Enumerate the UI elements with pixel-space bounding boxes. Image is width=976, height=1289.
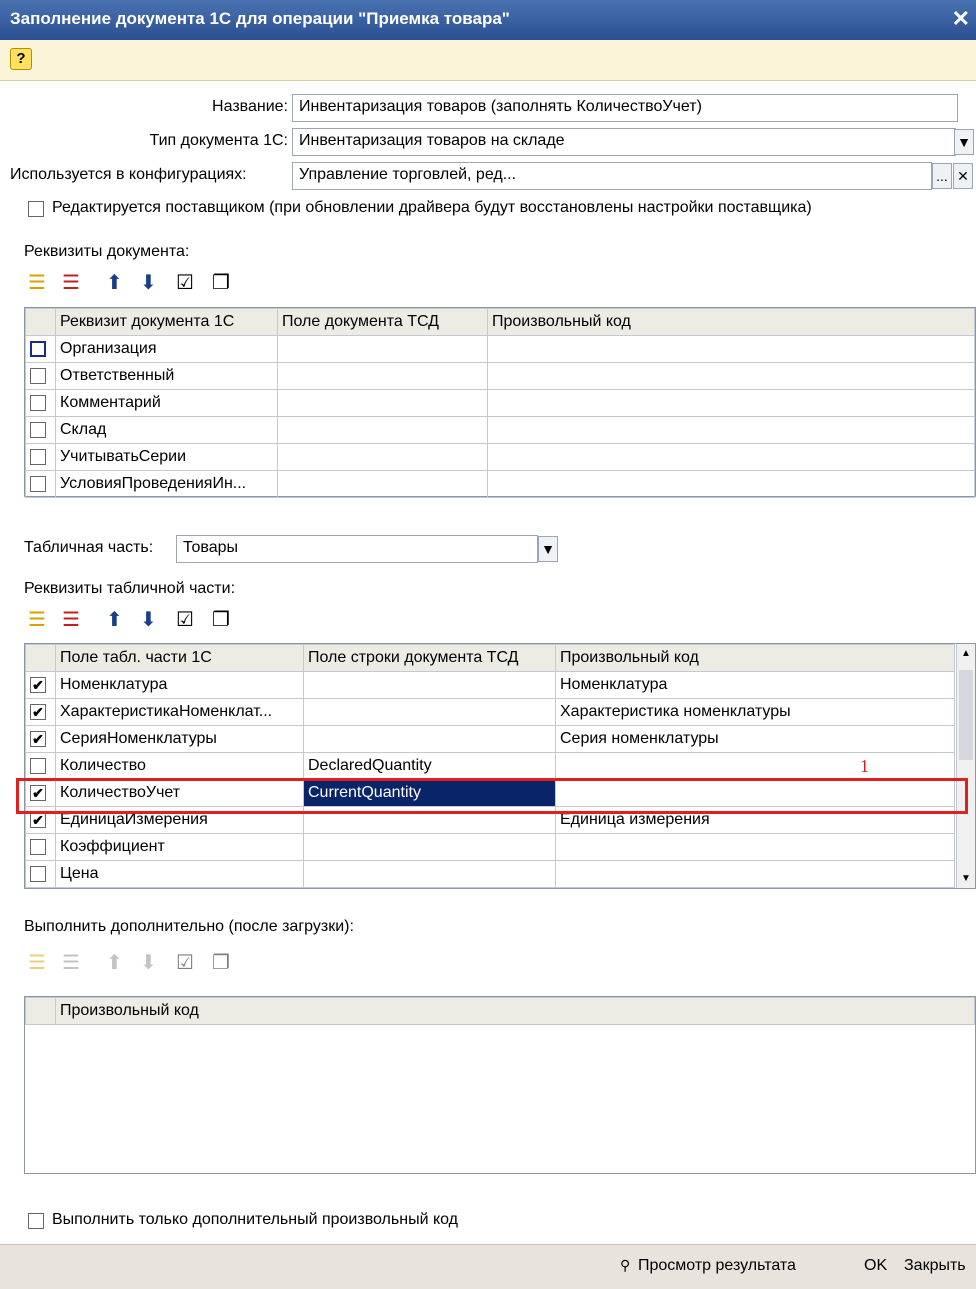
close-button[interactable]: Закрыть xyxy=(904,1257,966,1275)
extra-col-code[interactable]: Произвольный код xyxy=(55,997,975,1025)
delete-row-icon[interactable]: ☰ xyxy=(62,607,80,632)
tabpart-label: Табличная часть: xyxy=(24,539,154,556)
scroll-up-icon[interactable]: ▲ xyxy=(961,648,971,659)
uncheck-all-icon[interactable]: ❐ xyxy=(212,607,230,632)
help-button[interactable]: ? xyxy=(10,48,32,70)
table-row[interactable]: Ответственный xyxy=(25,362,975,390)
check-all-icon[interactable]: ☑ xyxy=(176,607,194,632)
doc-col-attr[interactable]: Реквизит документа 1С xyxy=(55,308,278,336)
row-checkbox[interactable]: ✔ xyxy=(30,731,46,747)
window-title: Заполнение документа 1С для операции "Пр… xyxy=(10,9,510,28)
ok-button[interactable]: OK xyxy=(864,1257,887,1275)
table-row[interactable]: ✔ Номенклатура Номенклатура xyxy=(25,671,955,699)
row-checkbox[interactable] xyxy=(30,866,46,882)
config-field[interactable]: Управление торговлей, ред... xyxy=(292,162,932,190)
delete-row-icon: ☰ xyxy=(62,952,80,974)
table-row[interactable]: УсловияПроведенияИн... xyxy=(25,470,975,498)
scroll-down-icon[interactable]: ▼ xyxy=(961,873,971,884)
doc-col-code[interactable]: Произвольный код xyxy=(487,308,975,336)
move-down-icon[interactable]: ⬇ xyxy=(140,607,157,632)
move-up-icon[interactable]: ⬆ xyxy=(106,607,123,632)
vendor-label: Редактируется поставщиком (при обновлени… xyxy=(52,199,812,216)
tabpart-select[interactable]: Товары xyxy=(176,535,538,563)
doc-attrs-heading: Реквизиты документа: xyxy=(24,243,190,260)
row-checkbox[interactable] xyxy=(30,839,46,855)
check-all-icon[interactable]: ☑ xyxy=(176,950,194,975)
row-field[interactable]: УсловияПроведенияИн... xyxy=(55,470,278,498)
name-field[interactable]: Инвентаризация товаров (заполнять Количе… xyxy=(292,94,958,122)
help-bar: ? xyxy=(0,40,976,81)
tabpart-dropdown-icon[interactable]: ▼ xyxy=(538,536,558,562)
tab-col-code[interactable]: Произвольный код xyxy=(555,644,955,672)
tab-col-field[interactable]: Поле табл. части 1С xyxy=(55,644,304,672)
doc-col-tsd[interactable]: Поле документа ТСД xyxy=(277,308,488,336)
row-checkbox[interactable]: ✔ xyxy=(30,704,46,720)
doc-attrs-table: Реквизит документа 1С Поле документа ТСД… xyxy=(24,307,976,498)
doctype-select[interactable]: Инвентаризация товаров на складе xyxy=(292,128,956,156)
add-row-icon[interactable]: ☰ xyxy=(28,270,46,295)
search-icon: ⚲ xyxy=(620,1257,631,1273)
row-field[interactable]: Комментарий xyxy=(55,389,278,417)
row-checkbox[interactable]: ✔ xyxy=(30,677,46,693)
close-icon[interactable]: ✕ xyxy=(952,6,970,32)
table-row[interactable]: Количество DeclaredQuantity xyxy=(25,752,955,780)
scroll-thumb[interactable] xyxy=(959,670,973,760)
row-checkbox[interactable] xyxy=(30,758,46,774)
row-checkbox[interactable] xyxy=(30,395,46,411)
footer-bar: ⚲ Просмотр результата OK Закрыть xyxy=(0,1244,976,1289)
row-checkbox[interactable] xyxy=(30,449,46,465)
config-label: Используется в конфигурациях: xyxy=(10,166,247,183)
highlight-box xyxy=(16,778,968,814)
doctype-dropdown-icon[interactable]: ▼ xyxy=(954,129,974,155)
tab-col-tsd[interactable]: Поле строки документа ТСД xyxy=(303,644,556,672)
row-field[interactable]: Склад xyxy=(55,416,278,444)
row-field[interactable]: Ответственный xyxy=(55,362,278,390)
table-row[interactable]: Склад xyxy=(25,416,975,444)
only-extra-checkbox[interactable] xyxy=(28,1213,44,1229)
row-field[interactable]: Организация xyxy=(55,335,278,363)
row-field[interactable]: УчитыватьСерии xyxy=(55,443,278,471)
check-all-icon[interactable]: ☑ xyxy=(176,270,194,295)
row-checkbox[interactable] xyxy=(30,476,46,492)
add-row-icon[interactable]: ☰ xyxy=(28,950,46,975)
annotation-number: 1 xyxy=(860,756,869,776)
table-row[interactable]: Комментарий xyxy=(25,389,975,417)
move-down-icon: ⬇ xyxy=(140,952,157,974)
doctype-label: Тип документа 1С: xyxy=(149,132,288,149)
row-checkbox[interactable] xyxy=(30,368,46,384)
table-row[interactable]: Цена xyxy=(25,860,955,888)
extra-code-table: Произвольный код xyxy=(24,996,976,1174)
table-row[interactable]: Коэффициент xyxy=(25,833,955,861)
tab-attrs-heading: Реквизиты табличной части: xyxy=(24,580,236,597)
table-row[interactable]: ✔ СерияНоменклатуры Серия номенклатуры xyxy=(25,725,955,753)
only-extra-label: Выполнить только дополнительный произвол… xyxy=(52,1211,459,1228)
preview-button[interactable]: Просмотр результата xyxy=(638,1257,796,1275)
vendor-checkbox[interactable] xyxy=(28,201,44,217)
ellipsis-icon[interactable]: ... xyxy=(932,163,952,189)
clear-icon[interactable]: ✕ xyxy=(953,163,973,189)
move-up-icon: ⬆ xyxy=(106,952,123,974)
move-down-icon[interactable]: ⬇ xyxy=(140,270,157,295)
move-up-icon[interactable]: ⬆ xyxy=(106,270,123,295)
table-row[interactable]: ✔ ХарактеристикаНоменклат... Характеристик… xyxy=(25,698,955,726)
name-label: Название: xyxy=(212,98,288,115)
uncheck-all-icon[interactable]: ❐ xyxy=(212,950,230,975)
row-checkbox[interactable]: ✔ xyxy=(30,812,46,828)
delete-row-icon[interactable]: ☰ xyxy=(62,270,80,295)
table-row[interactable]: УчитыватьСерии xyxy=(25,443,975,471)
table-row[interactable]: Организация xyxy=(25,335,975,363)
row-checkbox[interactable] xyxy=(30,422,46,438)
title-bar: Заполнение документа 1С для операции "Пр… xyxy=(0,0,976,40)
add-row-icon[interactable]: ☰ xyxy=(28,607,46,632)
uncheck-all-icon[interactable]: ❐ xyxy=(212,270,230,295)
extra-heading: Выполнить дополнительно (после загрузки)… xyxy=(24,918,354,935)
row-checkbox[interactable] xyxy=(30,341,46,357)
tab-attrs-table: Поле табл. части 1С Поле строки документ… xyxy=(24,643,976,889)
scrollbar[interactable]: ▲ ▼ xyxy=(956,644,975,888)
